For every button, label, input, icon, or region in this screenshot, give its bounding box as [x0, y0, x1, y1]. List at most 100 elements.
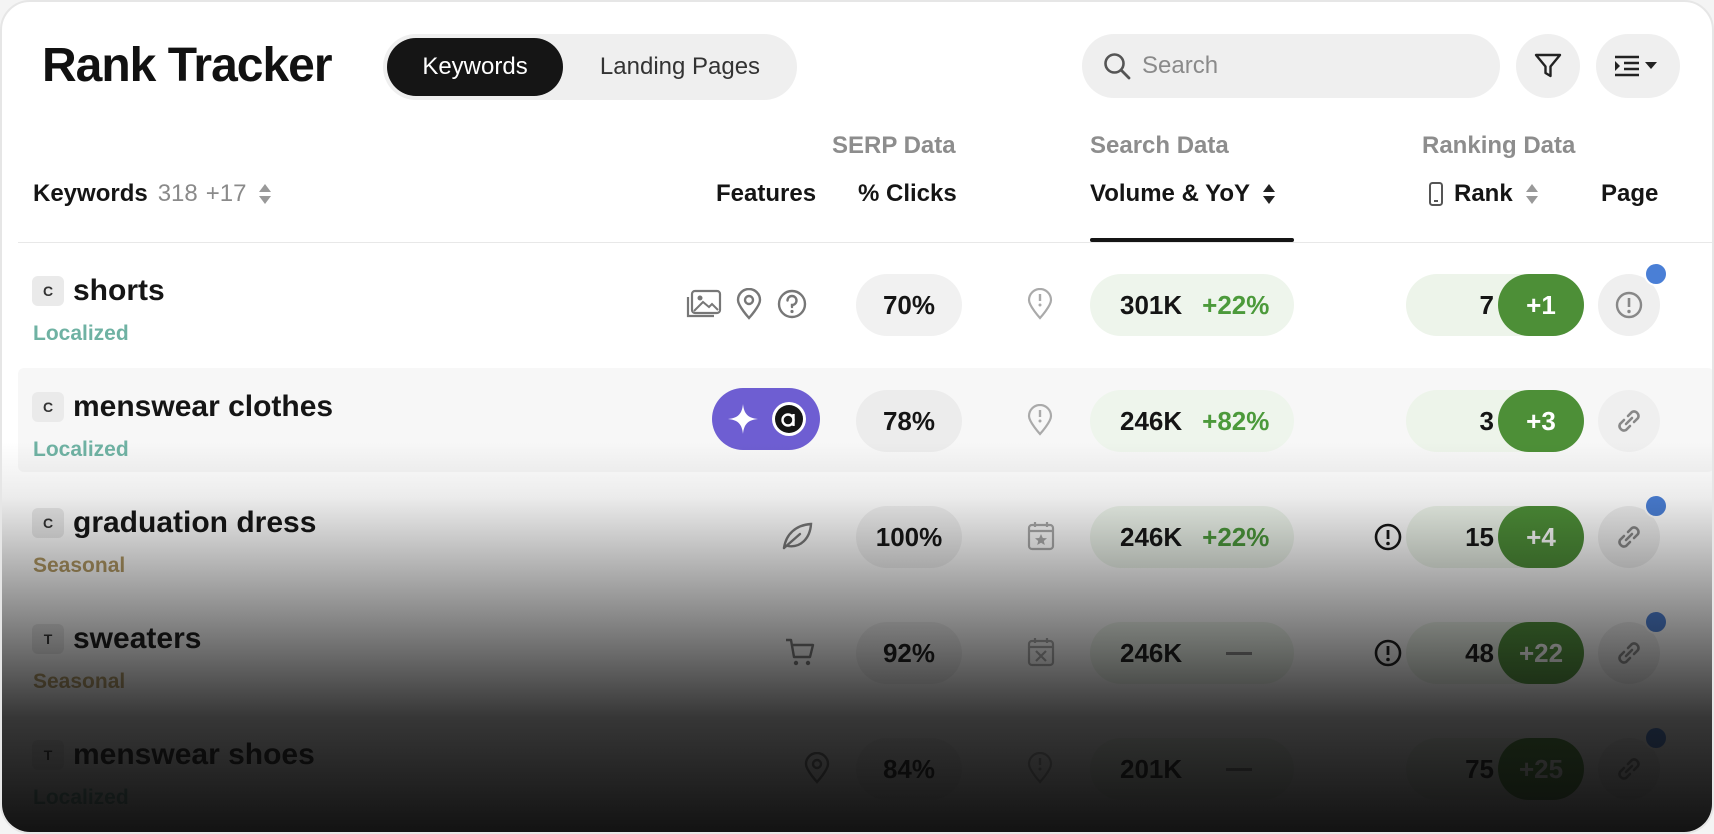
tab-landing-pages[interactable]: Landing Pages — [567, 38, 793, 96]
link-icon — [1618, 410, 1640, 432]
clicks-value: 92% — [856, 622, 962, 684]
col-volume[interactable]: Volume & YoY — [1090, 180, 1276, 208]
rank-delta: +3 — [1498, 390, 1584, 452]
keyword-tag: Localized — [33, 438, 129, 461]
mobile-icon — [1429, 182, 1443, 206]
status-dot — [1644, 494, 1668, 518]
volume-pill: 246K +22% — [1090, 506, 1294, 568]
col-page: Page — [1601, 180, 1659, 207]
volume-pill: 201K — [1090, 738, 1294, 800]
header-divider — [18, 242, 1712, 243]
volume-value: 246K — [1120, 637, 1183, 668]
rank-pill: 75 +25 — [1406, 738, 1584, 800]
keyword-tag: Seasonal — [33, 670, 126, 693]
filter-icon — [1534, 53, 1562, 78]
table-row[interactable]: T menswear shoes Localized 84% 201K 75 +… — [18, 716, 1712, 820]
volume-value: 246K — [1120, 521, 1183, 552]
col-clicks: % Clicks — [858, 180, 957, 207]
status-dot — [1644, 726, 1668, 750]
leaf-icon — [782, 522, 813, 550]
alert-icon[interactable] — [1373, 638, 1403, 668]
yoy-value: +22% — [1202, 289, 1270, 320]
col-keywords[interactable]: Keywords 318 +17 — [33, 180, 272, 208]
col-keywords-label: Keywords — [33, 180, 148, 207]
link-icon — [1618, 526, 1640, 548]
view-options-icon — [1615, 55, 1657, 77]
yoy-value: +82% — [1202, 405, 1270, 436]
keyword-type-badge: C — [32, 276, 64, 306]
rank-pill: 7 +1 — [1406, 274, 1584, 336]
volume-value: 246K — [1120, 405, 1183, 436]
page-title: Rank Tracker — [42, 39, 333, 92]
filter-button[interactable] — [1516, 34, 1580, 98]
rank-pill: 48 +22 — [1406, 622, 1584, 684]
keyword-name[interactable]: menswear shoes — [73, 738, 315, 772]
sort-icon[interactable] — [1262, 182, 1276, 206]
volume-value: 301K — [1120, 289, 1183, 320]
rank-tracker-panel: Rank Tracker Keywords Landing Pages SERP… — [0, 0, 1714, 834]
tab-keywords[interactable]: Keywords — [387, 38, 563, 96]
table-row[interactable]: C menswear clothes Localized 78% 246K +8… — [18, 368, 1712, 472]
calendar-star-icon — [1027, 522, 1055, 551]
clicks-value: 70% — [856, 274, 962, 336]
keyword-name[interactable]: shorts — [73, 274, 165, 308]
clicks-value: 78% — [856, 390, 962, 452]
keyword-name[interactable]: sweaters — [73, 622, 201, 656]
col-volume-label: Volume & YoY — [1090, 180, 1251, 207]
link-icon — [1618, 758, 1640, 780]
keyword-tag: Localized — [33, 322, 129, 345]
keywords-count: 318 — [157, 180, 198, 207]
keywords-delta: +17 — [205, 180, 247, 207]
map-pin-icon — [804, 752, 830, 784]
keyword-name[interactable]: graduation dress — [73, 506, 316, 540]
ai-overview-icon — [772, 402, 806, 436]
link-icon — [1618, 642, 1640, 664]
rank-value: 15 — [1465, 521, 1494, 552]
map-pin-icon — [736, 288, 762, 320]
view-tabs: Keywords Landing Pages — [383, 34, 797, 100]
alert-icon — [1615, 291, 1643, 319]
cart-icon — [786, 638, 815, 666]
ai-sparkle-icon — [728, 404, 758, 434]
search-input[interactable] — [1142, 52, 1462, 80]
search-icon — [1104, 53, 1131, 80]
sort-icon[interactable] — [258, 182, 272, 206]
table-row[interactable]: T sweaters Seasonal 92% 246K 48 +22 — [18, 600, 1712, 704]
rank-delta: +1 — [1498, 274, 1584, 336]
serp-features — [802, 746, 832, 790]
ai-overview-badge[interactable] — [712, 388, 820, 450]
col-rank[interactable]: Rank — [1428, 180, 1539, 208]
pin-alert-icon — [1027, 752, 1053, 784]
sort-icon[interactable] — [1525, 182, 1539, 206]
keyword-tag: Seasonal — [33, 554, 126, 577]
pin-alert-icon — [1027, 404, 1053, 436]
clicks-value: 100% — [856, 506, 962, 568]
rank-value: 75 — [1465, 753, 1494, 784]
keyword-name[interactable]: menswear clothes — [73, 390, 333, 424]
alert-icon[interactable] — [1373, 522, 1403, 552]
rank-value: 7 — [1479, 289, 1494, 320]
image-pack-icon — [686, 289, 722, 318]
calendar-x-icon — [1027, 638, 1055, 667]
volume-value: 201K — [1120, 753, 1183, 784]
rank-delta: +25 — [1498, 738, 1584, 800]
volume-pill: 246K — [1090, 622, 1294, 684]
status-dot — [1644, 262, 1668, 286]
group-serp-data: SERP Data — [832, 132, 956, 159]
view-options-button[interactable] — [1596, 34, 1680, 98]
keyword-type-badge: T — [32, 740, 64, 770]
volume-pill: 246K +82% — [1090, 390, 1294, 452]
table-row[interactable]: C shorts Localized 70% 301K +22% 7 +1 — [18, 252, 1712, 356]
serp-features — [784, 630, 816, 674]
clicks-value: 84% — [856, 738, 962, 800]
serp-features — [780, 514, 814, 558]
col-rank-label: Rank — [1454, 180, 1513, 207]
table-row[interactable]: C graduation dress Seasonal 100% 246K +2… — [18, 484, 1712, 588]
rank-pill: 3 +3 — [1406, 390, 1584, 452]
search-box[interactable] — [1082, 34, 1500, 98]
page-button[interactable] — [1598, 390, 1660, 452]
yoy-value: +22% — [1202, 521, 1270, 552]
keyword-type-badge: T — [32, 624, 64, 654]
volume-pill: 301K +22% — [1090, 274, 1294, 336]
rank-value: 3 — [1479, 405, 1494, 436]
